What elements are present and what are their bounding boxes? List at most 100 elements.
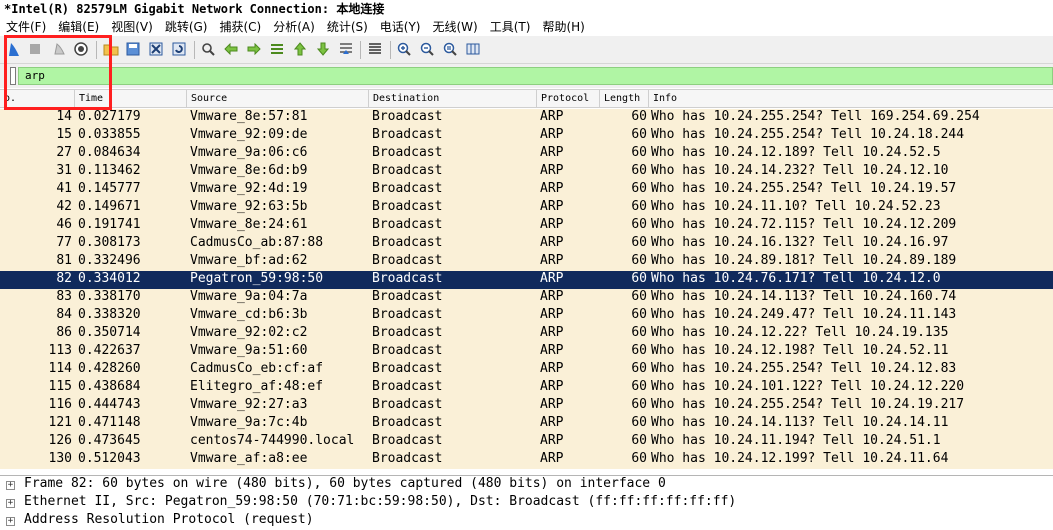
packet-cell-len: 60	[631, 289, 647, 304]
packet-row[interactable]: 121 0.471148 Vmware_9a:7c:4b Broadcast ARP 60…	[0, 415, 1053, 433]
column-info[interactable]: Info	[649, 90, 1053, 107]
save-file-icon[interactable]	[125, 41, 141, 57]
packet-cell-dst: Broadcast	[372, 325, 443, 340]
packet-cell-dst: Broadcast	[372, 451, 443, 466]
zoom-in-icon[interactable]	[396, 41, 412, 57]
normal-size-icon[interactable]	[442, 41, 458, 57]
packet-cell-info: Who has 10.24.255.254? Tell 10.24.18.244	[651, 127, 965, 142]
packet-row[interactable]: 83 0.338170 Vmware_9a:04:7a Broadcast ARP 60 W…	[0, 289, 1053, 307]
first-packet-icon[interactable]	[292, 41, 308, 57]
stop-icon[interactable]	[27, 41, 43, 57]
column-no[interactable]: o.	[0, 90, 75, 107]
menu-edit[interactable]: 编辑(E)	[52, 18, 105, 36]
packet-row[interactable]: 14 0.027179 Vmware_8e:57:81 Broadcast ARP 60 W…	[0, 109, 1053, 127]
menu-wireless[interactable]: 无线(W)	[427, 18, 484, 36]
display-filter-input[interactable]: arp	[18, 67, 1053, 85]
packet-cell-len: 60	[631, 415, 647, 430]
packet-cell-no: 46	[56, 217, 72, 232]
packet-cell-len: 60	[631, 199, 647, 214]
toolbar-separator	[360, 41, 361, 59]
packet-cell-no: 115	[48, 379, 72, 394]
column-length[interactable]: Length	[600, 90, 649, 107]
capture-options-icon[interactable]	[73, 41, 89, 57]
resize-columns-icon[interactable]	[465, 41, 481, 57]
packet-row[interactable]: 77 0.308173 CadmusCo_ab:87:88 Broadcast ARP 6…	[0, 235, 1053, 253]
packet-row[interactable]: 126 0.473645 centos74-744990.local Broadcas…	[0, 433, 1053, 451]
packet-cell-no: 121	[48, 415, 72, 430]
packet-cell-src: Vmware_8e:24:61	[190, 217, 308, 232]
packet-cell-no: 84	[56, 307, 72, 322]
expand-icon[interactable]: +	[6, 481, 15, 490]
packet-cell-src: Vmware_9a:06:c6	[190, 145, 308, 160]
packet-cell-dst: Broadcast	[372, 379, 443, 394]
open-folder-icon[interactable]	[103, 41, 119, 57]
packet-cell-dst: Broadcast	[372, 181, 443, 196]
packet-row[interactable]: 81 0.332496 Vmware_bf:ad:62 Broadcast ARP 60 W…	[0, 253, 1053, 271]
packet-cell-dst: Broadcast	[372, 397, 443, 412]
menu-telephony[interactable]: 电话(Y)	[374, 18, 427, 36]
packet-row[interactable]: 46 0.191741 Vmware_8e:24:61 Broadcast ARP 60 W…	[0, 217, 1053, 235]
packet-row[interactable]: 86 0.350714 Vmware_92:02:c2 Broadcast ARP 60 W…	[0, 325, 1053, 343]
column-source[interactable]: Source	[187, 90, 369, 107]
menu-view[interactable]: 视图(V)	[105, 18, 159, 36]
menu-analyze[interactable]: 分析(A)	[267, 18, 321, 36]
packet-row[interactable]: 82 0.334012 Pegatron_59:98:50 Broadcast ARP 6…	[0, 271, 1053, 289]
detail-ethernet[interactable]: + Ethernet II, Src: Pegatron_59:98:50 (7…	[0, 494, 1053, 512]
menu-go[interactable]: 跳转(G)	[159, 18, 214, 36]
packet-row[interactable]: 27 0.084634 Vmware_9a:06:c6 Broadcast ARP 60 W…	[0, 145, 1053, 163]
colorize-icon[interactable]	[367, 41, 383, 57]
filter-bookmark-icon[interactable]	[10, 67, 16, 85]
packet-cell-len: 60	[631, 217, 647, 232]
packet-cell-len: 60	[631, 397, 647, 412]
packet-cell-proto: ARP	[540, 433, 564, 448]
packet-cell-info: Who has 10.24.255.254? Tell 10.24.12.83	[651, 361, 957, 376]
go-to-packet-icon[interactable]	[269, 41, 285, 57]
packet-cell-time: 0.444743	[78, 397, 141, 412]
packet-row[interactable]: 42 0.149671 Vmware_92:63:5b Broadcast ARP 60 W…	[0, 199, 1053, 217]
packet-row[interactable]: 115 0.438684 Elitegro_af:48:ef Broadcast ARP…	[0, 379, 1053, 397]
find-icon[interactable]	[200, 41, 216, 57]
packet-cell-proto: ARP	[540, 289, 564, 304]
packet-cell-dst: Broadcast	[372, 289, 443, 304]
packet-cell-len: 60	[631, 271, 647, 286]
packet-cell-no: 77	[56, 235, 72, 250]
packet-cell-len: 60	[631, 181, 647, 196]
packet-row[interactable]: 130 0.512043 Vmware_af:a8:ee Broadcast ARP 60…	[0, 451, 1053, 469]
column-destination[interactable]: Destination	[369, 90, 537, 107]
menu-help[interactable]: 帮助(H)	[536, 18, 590, 36]
packet-row[interactable]: 114 0.428260 CadmusCo_eb:cf:af Broadcast ARP…	[0, 361, 1053, 379]
menu-file[interactable]: 文件(F)	[0, 18, 52, 36]
detail-frame[interactable]: + Frame 82: 60 bytes on wire (480 bits),…	[0, 476, 1053, 494]
expand-icon[interactable]: +	[6, 499, 15, 508]
zoom-out-icon[interactable]	[419, 41, 435, 57]
packet-cell-time: 0.191741	[78, 217, 141, 232]
packet-cell-len: 60	[631, 361, 647, 376]
packet-cell-dst: Broadcast	[372, 343, 443, 358]
autoscroll-icon[interactable]	[338, 41, 354, 57]
packet-row[interactable]: 116 0.444743 Vmware_92:27:a3 Broadcast ARP 60…	[0, 397, 1053, 415]
packet-row[interactable]: 31 0.113462 Vmware_8e:6d:b9 Broadcast ARP 60 W…	[0, 163, 1053, 181]
menu-tools[interactable]: 工具(T)	[484, 18, 537, 36]
menu-capture[interactable]: 捕获(C)	[213, 18, 267, 36]
last-packet-icon[interactable]	[315, 41, 331, 57]
back-arrow-icon[interactable]	[223, 41, 239, 57]
shark-fin-start-icon[interactable]	[6, 41, 22, 57]
forward-arrow-icon[interactable]	[246, 41, 262, 57]
column-protocol[interactable]: Protocol	[537, 90, 600, 107]
detail-arp[interactable]: + Address Resolution Protocol (request)	[0, 512, 1053, 530]
packet-row[interactable]: 15 0.033855 Vmware_92:09:de Broadcast ARP 60 W…	[0, 127, 1053, 145]
packet-cell-src: Vmware_8e:6d:b9	[190, 163, 308, 178]
reload-icon[interactable]	[171, 41, 187, 57]
menu-statistics[interactable]: 统计(S)	[321, 18, 374, 36]
packet-cell-time: 0.422637	[78, 343, 141, 358]
restart-icon[interactable]	[51, 41, 67, 57]
close-file-icon[interactable]	[148, 41, 164, 57]
packet-cell-dst: Broadcast	[372, 127, 443, 142]
column-time[interactable]: Time	[75, 90, 187, 107]
packet-cell-info: Who has 10.24.12.22? Tell 10.24.19.135	[651, 325, 949, 340]
packet-row[interactable]: 113 0.422637 Vmware_9a:51:60 Broadcast ARP 60…	[0, 343, 1053, 361]
packet-cell-len: 60	[631, 127, 647, 142]
packet-row[interactable]: 84 0.338320 Vmware_cd:b6:3b Broadcast ARP 60 W…	[0, 307, 1053, 325]
packet-cell-time: 0.338320	[78, 307, 141, 322]
packet-row[interactable]: 41 0.145777 Vmware_92:4d:19 Broadcast ARP 60 W…	[0, 181, 1053, 199]
